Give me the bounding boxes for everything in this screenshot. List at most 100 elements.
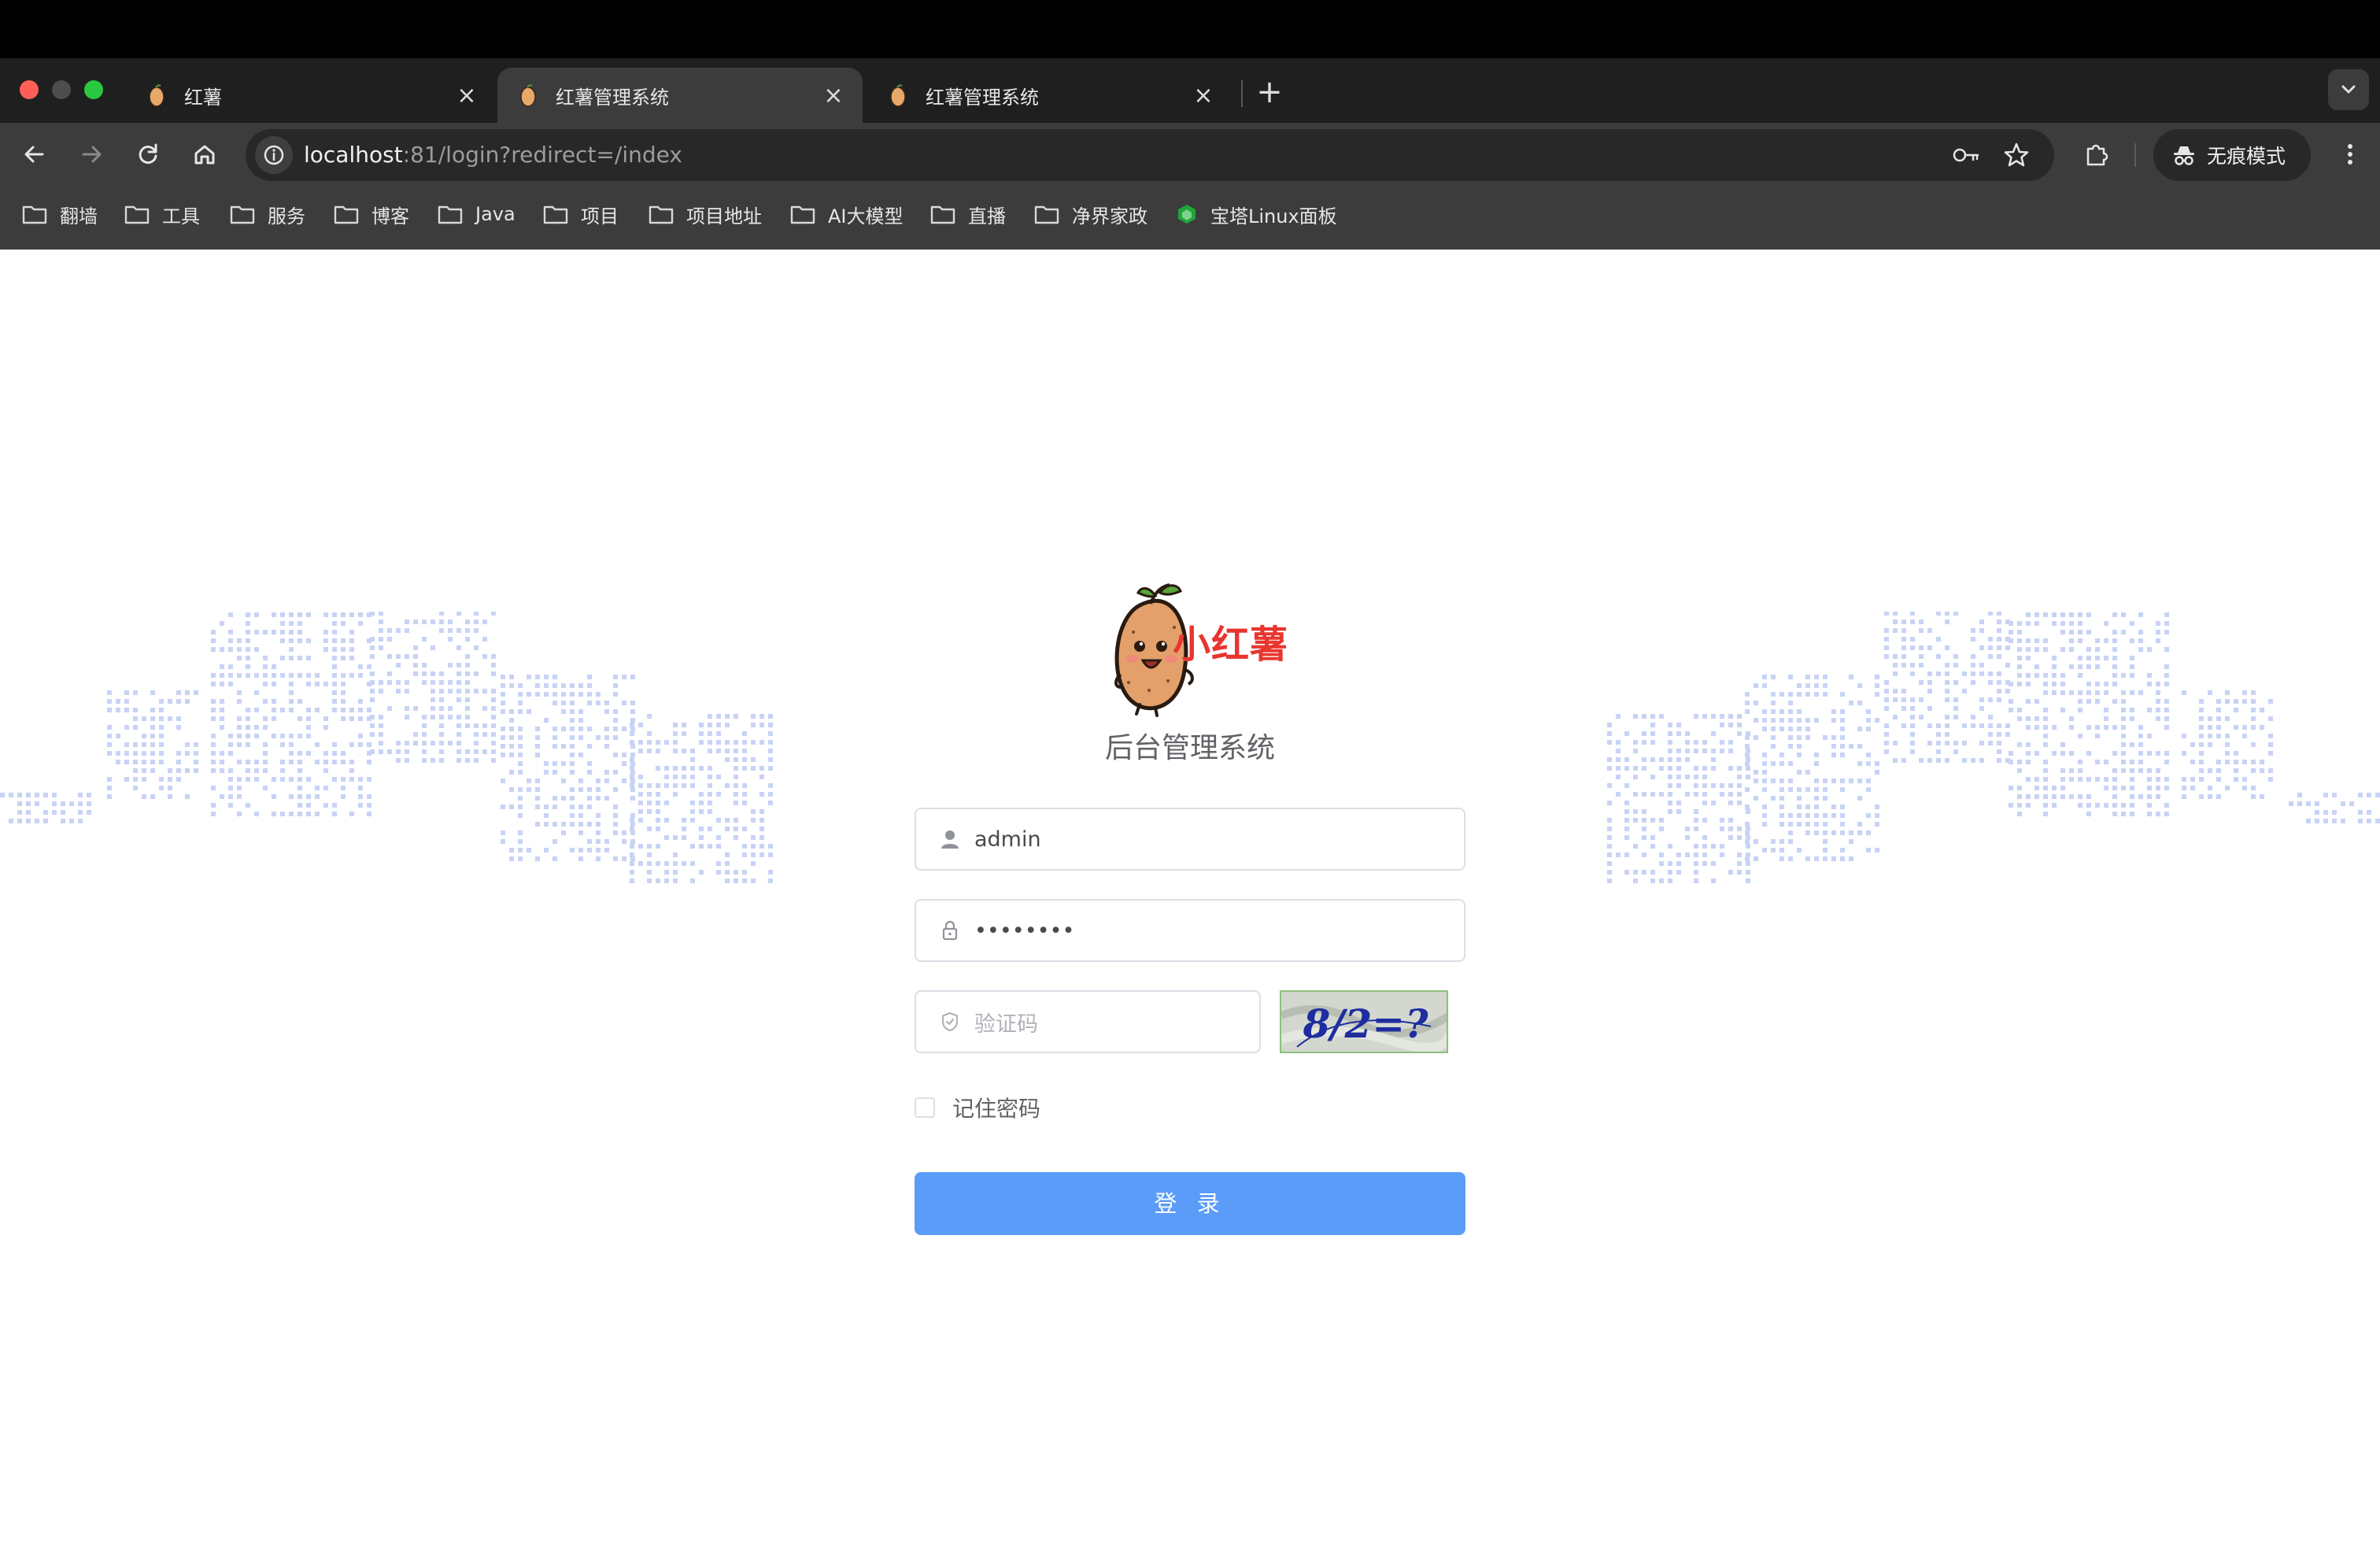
bookmark-folder[interactable]: 项目地址 [649, 200, 762, 228]
maximize-window-button[interactable] [84, 80, 103, 99]
city-dot [2225, 760, 2230, 764]
close-window-button[interactable] [20, 80, 39, 99]
city-dot [315, 708, 320, 712]
tab-2[interactable]: 红薯管理系统 × [497, 68, 863, 123]
city-dot [638, 723, 643, 727]
tab-search-button[interactable] [2328, 69, 2369, 110]
incognito-indicator[interactable]: 无痕模式 [2153, 129, 2311, 181]
city-dot [2156, 794, 2160, 799]
city-dot [272, 716, 276, 721]
city-dot [699, 844, 704, 849]
city-dot [2060, 630, 2065, 634]
tab-close-icon[interactable]: × [455, 82, 479, 109]
city-dot [613, 804, 618, 809]
tab-close-icon[interactable]: × [822, 82, 845, 109]
city-dot [1737, 731, 1742, 736]
city-dot [413, 671, 418, 676]
home-button[interactable] [183, 132, 227, 176]
city-dot [1857, 779, 1862, 783]
city-dot [2078, 768, 2082, 773]
city-dot [1650, 870, 1655, 875]
browser-menu-button[interactable] [2330, 134, 2371, 175]
city-dot [237, 699, 242, 704]
city-dot [211, 630, 216, 634]
city-dot [439, 671, 444, 676]
tab-close-icon[interactable]: × [1192, 82, 1215, 109]
city-dot [2130, 812, 2134, 816]
remember-checkbox[interactable] [915, 1097, 935, 1118]
address-bar[interactable]: localhost:81/login?redirect=/index [246, 129, 2054, 181]
city-dot [1762, 718, 1767, 723]
password-input[interactable]: •••••••• [915, 899, 1465, 962]
city-dot [2034, 786, 2039, 790]
city-dot [535, 727, 540, 731]
forward-button[interactable] [69, 132, 113, 176]
city-dot [1971, 680, 1975, 685]
remember-password[interactable]: 记住密码 [915, 1092, 1040, 1123]
city-skyline-right-illustration [1607, 612, 2380, 883]
back-button[interactable] [13, 132, 57, 176]
city-dot [263, 786, 268, 790]
bookmark-folder[interactable]: 工具 [124, 200, 200, 228]
city-dot [2138, 638, 2143, 643]
password-manager-button[interactable] [1949, 138, 1983, 172]
tab-1[interactable]: 红薯 × [126, 68, 496, 123]
username-input[interactable]: admin [915, 808, 1465, 871]
bookmark-label: 直播 [968, 205, 1006, 227]
captcha-input[interactable]: 验证码 [915, 990, 1261, 1053]
login-button[interactable]: 登 录 [915, 1172, 1465, 1235]
city-dot [2069, 777, 2074, 782]
city-dot [768, 714, 773, 719]
city-dot [656, 749, 660, 753]
city-dot [2060, 612, 2065, 617]
bookmark-folder[interactable]: 直播 [930, 200, 1006, 228]
city-dot [630, 861, 634, 866]
city-dot [1771, 839, 1776, 844]
url-text[interactable]: localhost:81/login?redirect=/index [304, 129, 682, 181]
city-dot [570, 804, 575, 809]
city-dot [768, 853, 773, 857]
city-dot [1633, 870, 1638, 875]
city-dot [596, 787, 601, 792]
city-dot [220, 664, 224, 669]
city-dot [341, 673, 346, 678]
city-dot [159, 708, 164, 712]
city-dot [1893, 671, 1898, 676]
city-dot [1823, 839, 1828, 844]
city-dot [396, 749, 401, 754]
city-dot [211, 786, 216, 790]
city-dot [332, 699, 337, 704]
new-tab-button[interactable]: + [1250, 72, 1289, 112]
city-dot [1624, 783, 1629, 788]
bookmark-folder[interactable]: 服务 [230, 200, 305, 228]
bookmark-star-button[interactable] [1999, 138, 2034, 172]
city-dot [1702, 792, 1707, 797]
minimize-window-button[interactable] [52, 80, 71, 99]
city-dot [61, 819, 65, 823]
city-dot [1884, 706, 1889, 711]
city-dot [535, 692, 540, 697]
site-info-button[interactable] [255, 136, 293, 174]
bookmark-link[interactable]: 宝塔Linux面板 [1176, 200, 1337, 228]
city-dot [647, 809, 652, 814]
city-dot [630, 775, 634, 779]
reload-button[interactable] [126, 132, 170, 176]
city-dot [367, 742, 371, 747]
tab-3[interactable]: 红薯管理系统 × [867, 68, 1232, 123]
bookmark-folder[interactable]: 博客 [334, 200, 409, 228]
extensions-button[interactable] [2076, 134, 2117, 175]
captcha-image[interactable]: 8/2=? [1280, 990, 1448, 1053]
city-dot [596, 813, 601, 818]
city-dot [176, 751, 181, 756]
city-dot [396, 680, 401, 685]
bookmark-folder[interactable]: Java [438, 200, 516, 228]
city-dot [124, 690, 129, 695]
city-dot [509, 744, 514, 749]
bookmark-folder[interactable]: 项目 [543, 200, 619, 228]
bookmark-folder[interactable]: 净界家政 [1034, 200, 1148, 228]
city-dot [751, 861, 756, 866]
city-dot [630, 723, 634, 727]
bookmark-folder[interactable]: 翻墙 [22, 200, 98, 228]
bookmark-folder[interactable]: AI大模型 [790, 200, 904, 228]
city-dot [1754, 735, 1758, 740]
